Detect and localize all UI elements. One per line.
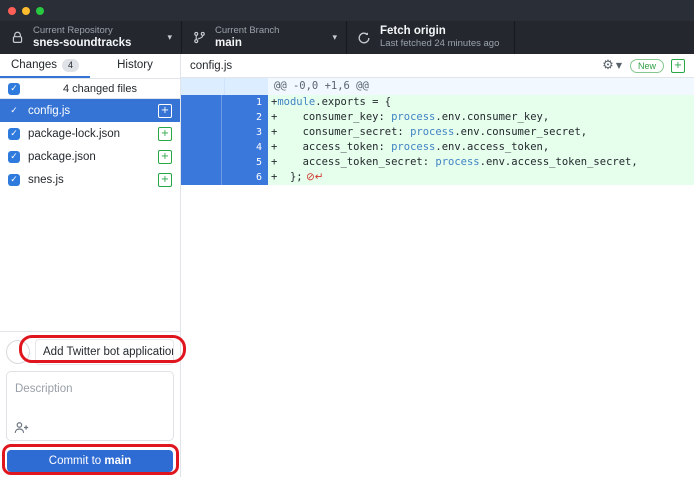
tab-changes[interactable]: Changes 4 — [0, 54, 90, 78]
diff-lines: 1+module.exports = {2+ consumer_key: pro… — [181, 95, 694, 185]
description-placeholder: Description — [15, 383, 73, 395]
changes-count-badge: 4 — [62, 59, 79, 72]
diff-pane: config.js ⚙ ▼ New + @@ -0,0 +1,6 @@ 1+mo… — [181, 54, 694, 477]
file-row[interactable]: ✓ snes.js+ — [0, 168, 180, 191]
commit-to-branch-button[interactable]: Commit to main — [7, 450, 173, 472]
current-repository-value: snes-soundtracks — [33, 37, 163, 50]
diff-line: 5+ access_token_secret: process.env.acce… — [181, 155, 694, 170]
diff-line: 4+ access_token: process.env.access_toke… — [181, 140, 694, 155]
include-file-checkbox[interactable]: ✓ — [8, 151, 20, 163]
close-window-button[interactable] — [8, 7, 16, 15]
file-status-added-icon: + — [158, 127, 172, 141]
add-coauthor-icon[interactable] — [14, 421, 29, 434]
avatar — [6, 340, 30, 364]
file-row[interactable]: ✓ package.json+ — [0, 145, 180, 168]
current-branch-label: Current Branch — [215, 25, 328, 37]
file-status-added-icon: + — [158, 173, 172, 187]
changed-files-header: ✓ 4 changed files — [0, 79, 180, 99]
chevron-down-icon: ▾ — [332, 33, 337, 43]
fetch-origin-button[interactable]: Fetch origin Last fetched 24 minutes ago — [347, 21, 515, 54]
file-row[interactable]: ✓ package-lock.json+ — [0, 122, 180, 145]
sidebar-tabs: Changes 4 History — [0, 54, 180, 79]
tab-changes-label: Changes — [11, 59, 57, 71]
tab-history[interactable]: History — [90, 54, 180, 78]
diff-filename: config.js — [190, 60, 602, 72]
file-name: package.json — [28, 151, 158, 163]
new-file-badge: New — [630, 59, 664, 73]
include-file-checkbox[interactable]: ✓ — [8, 105, 20, 117]
changed-file-list: ✓config.js+✓package-lock.json+✓package.j… — [0, 99, 180, 191]
diff-line-gutter[interactable]: 4 — [181, 140, 268, 155]
diff-line: 3+ consumer_secret: process.env.consumer… — [181, 125, 694, 140]
titlebar — [0, 0, 694, 21]
git-branch-icon — [191, 30, 207, 46]
diff-line-gutter[interactable]: 2 — [181, 110, 268, 125]
diff-hunk-header: @@ -0,0 +1,6 @@ — [181, 78, 694, 95]
diff-line-gutter[interactable]: 3 — [181, 125, 268, 140]
diff-line: 6+ }; ⊘↵ — [181, 170, 694, 185]
diff-header: config.js ⚙ ▼ New + — [181, 54, 694, 78]
chevron-down-icon: ▾ — [167, 33, 172, 43]
diff-line: 1+module.exports = { — [181, 95, 694, 110]
hunk-header-text: @@ -0,0 +1,6 @@ — [268, 78, 694, 95]
fetch-origin-sublabel: Last fetched 24 minutes ago — [380, 38, 505, 50]
gear-icon[interactable]: ⚙ — [602, 59, 614, 72]
diff-line-code: + consumer_secret: process.env.consumer_… — [268, 125, 694, 140]
file-status-added-icon: + — [671, 59, 685, 73]
zoom-window-button[interactable] — [36, 7, 44, 15]
toolbar-spacer — [515, 21, 694, 54]
include-file-checkbox[interactable]: ✓ — [8, 128, 20, 140]
minimize-window-button[interactable] — [22, 7, 30, 15]
diff-line-gutter[interactable]: 6 — [181, 170, 268, 185]
diff-line-code: + access_token: process.env.access_token… — [268, 140, 694, 155]
tab-history-label: History — [117, 59, 153, 71]
diff-line-code: + }; ⊘↵ — [268, 170, 694, 185]
diff-line-code: +module.exports = { — [268, 95, 694, 110]
current-repository-label: Current Repository — [33, 25, 163, 37]
file-status-added-icon: + — [158, 104, 172, 118]
commit-area: Add Twitter bot application code Descrip… — [0, 331, 180, 477]
include-file-checkbox[interactable]: ✓ — [8, 174, 20, 186]
file-row[interactable]: ✓ config.js+ — [0, 99, 180, 122]
diff-line: 2+ consumer_key: process.env.consumer_ke… — [181, 110, 694, 125]
include-all-checkbox[interactable]: ✓ — [8, 83, 20, 95]
lock-icon — [9, 30, 25, 46]
toolbar: Current Repository snes-soundtracks ▾ Cu… — [0, 21, 694, 54]
sync-icon — [356, 30, 372, 46]
diff-line-code: + access_token_secret: process.env.acces… — [268, 155, 694, 170]
file-name: snes.js — [28, 174, 158, 186]
chevron-down-icon[interactable]: ▼ — [616, 61, 622, 70]
fetch-origin-label: Fetch origin — [380, 25, 505, 38]
commit-summary-input[interactable]: Add Twitter bot application code — [35, 339, 174, 365]
commit-description-input[interactable]: Description — [6, 371, 174, 441]
current-branch-value: main — [215, 37, 328, 50]
changed-files-count: 4 changed files — [28, 83, 172, 95]
file-name: package-lock.json — [28, 128, 158, 140]
current-branch-button[interactable]: Current Branch main ▾ — [182, 21, 347, 54]
current-repository-button[interactable]: Current Repository snes-soundtracks ▾ — [0, 21, 182, 54]
diff-line-gutter[interactable]: 5 — [181, 155, 268, 170]
file-name: config.js — [28, 105, 158, 117]
diff-line-gutter[interactable]: 1 — [181, 95, 268, 110]
hunk-gutter — [181, 78, 268, 95]
file-status-added-icon: + — [158, 150, 172, 164]
diff-line-code: + consumer_key: process.env.consumer_key… — [268, 110, 694, 125]
github-desktop-window: Current Repository snes-soundtracks ▾ Cu… — [0, 0, 694, 477]
changes-sidebar: Changes 4 History ✓ 4 changed files ✓ con… — [0, 54, 181, 477]
